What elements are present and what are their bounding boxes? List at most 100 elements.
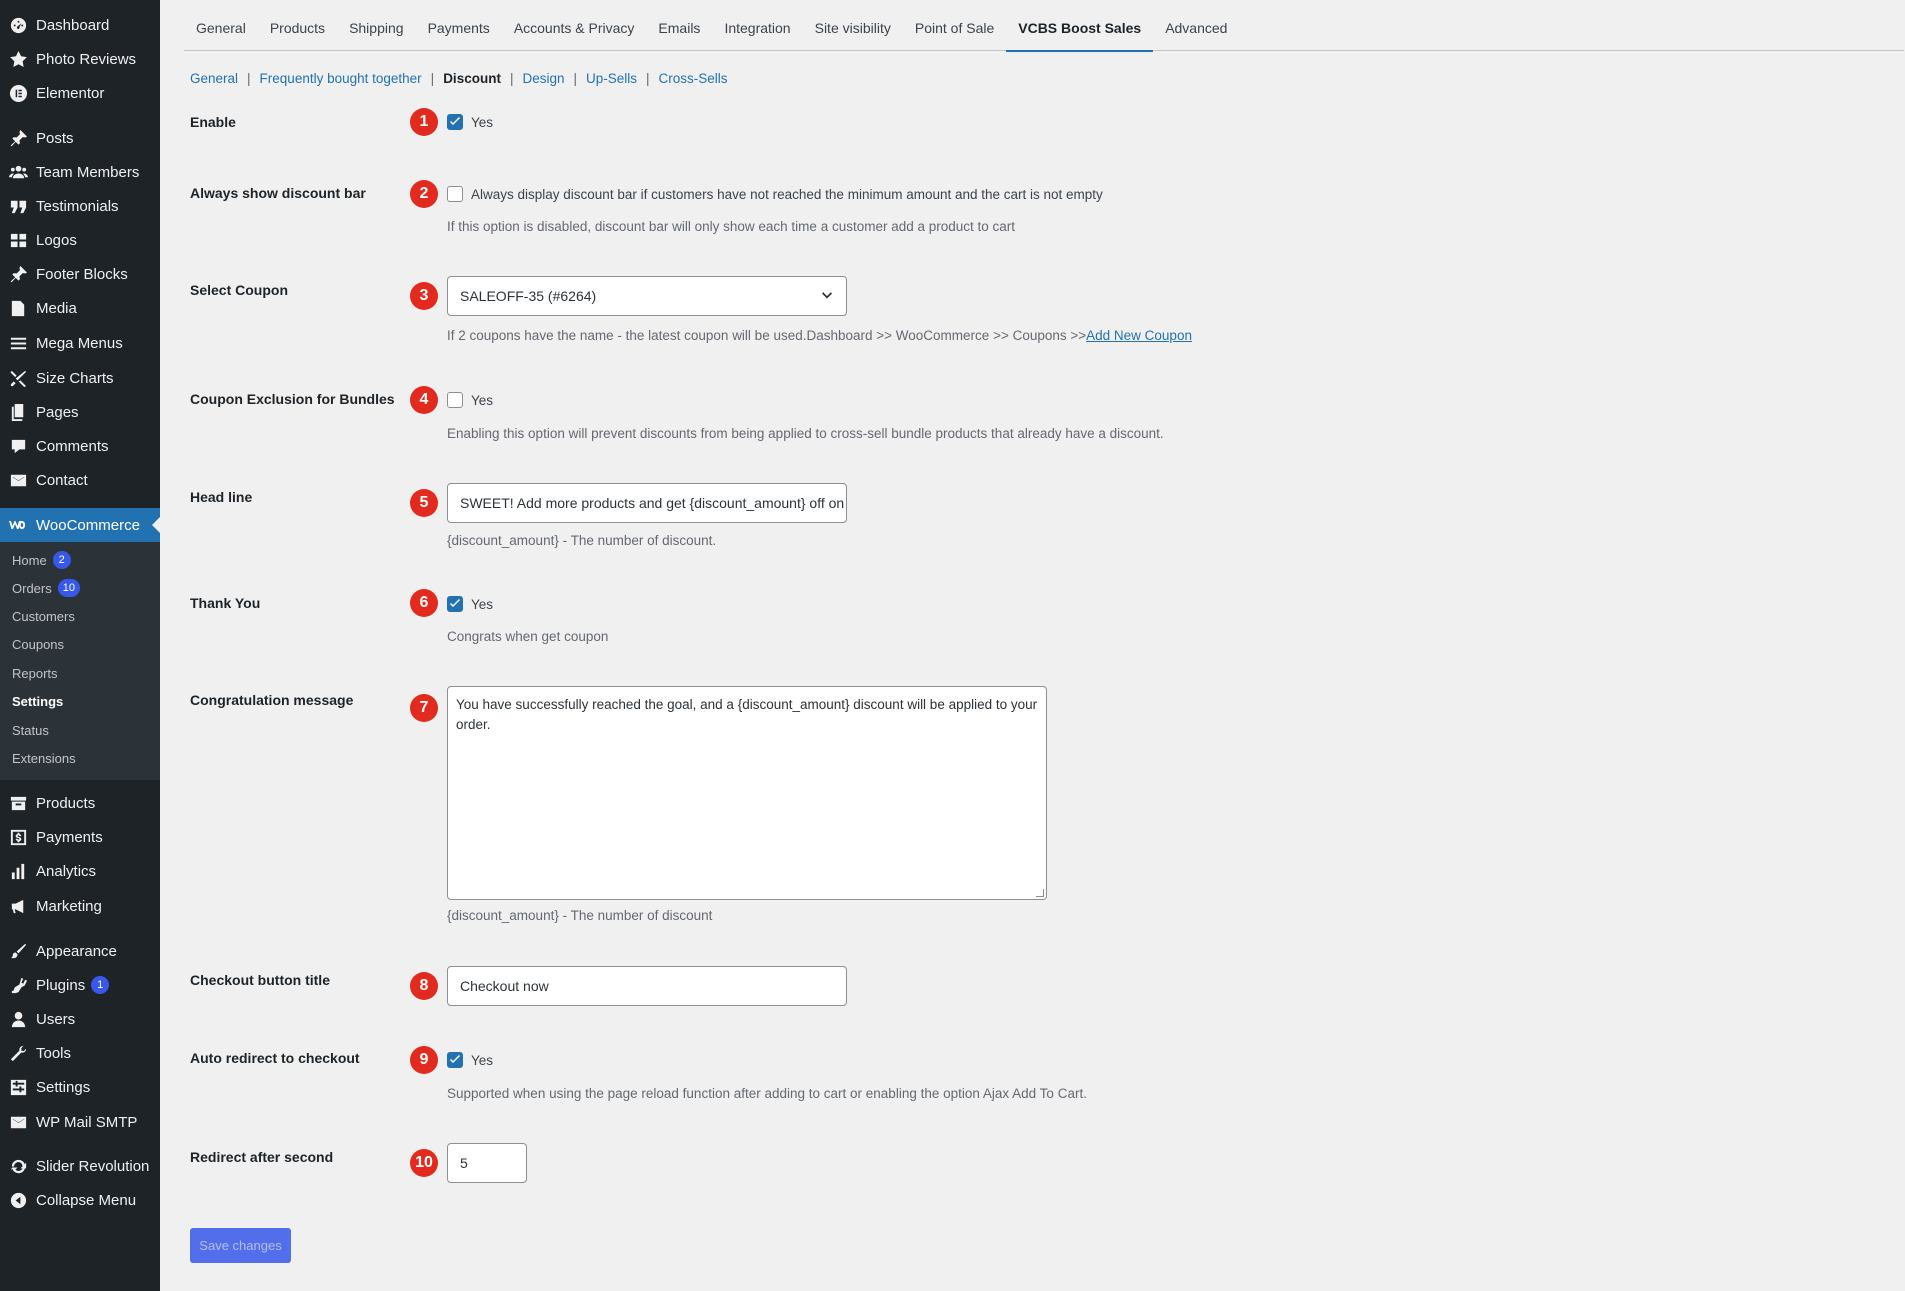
- always-show-label: Always show discount bar: [190, 185, 366, 201]
- tab-general[interactable]: General: [184, 0, 258, 51]
- sidebar-item-elementor[interactable]: Elementor: [0, 78, 160, 108]
- auto-redirect-checkbox[interactable]: [447, 1052, 463, 1068]
- sidebar-item-dashboard[interactable]: Dashboard: [0, 10, 160, 40]
- tab-vcbs-boost-sales[interactable]: VCBS Boost Sales: [1006, 0, 1154, 52]
- mail-icon: [0, 1113, 36, 1132]
- coupon-description-text: If 2 coupons have the name - the latest …: [447, 328, 1087, 343]
- submenu-label: Coupons: [12, 636, 65, 652]
- sidebar-item-media[interactable]: Media: [0, 293, 160, 323]
- sidebar-item-posts[interactable]: Posts: [0, 123, 160, 153]
- tab-accounts-privacy[interactable]: Accounts & Privacy: [502, 0, 647, 51]
- coupon-select[interactable]: SALEOFF-35 (#6264): [447, 276, 847, 316]
- sidebar-item-marketing[interactable]: Marketing: [0, 891, 160, 921]
- resize-handle[interactable]: [1036, 889, 1044, 897]
- tab-site-visibility[interactable]: Site visibility: [803, 0, 903, 51]
- subnav-general[interactable]: General: [190, 71, 238, 86]
- coupon-exclusion-checkbox[interactable]: [447, 392, 463, 408]
- sidebar-item-woocommerce[interactable]: WooCommerce: [0, 508, 160, 542]
- sidebar-item-pages[interactable]: Pages: [0, 397, 160, 427]
- redirect-after-label: Redirect after second: [190, 1149, 334, 1165]
- sidebar-item-users[interactable]: Users: [0, 1004, 160, 1034]
- submenu-item-home[interactable]: Home 2: [12, 549, 71, 571]
- subnav-frequently-bought-together[interactable]: Frequently bought together: [260, 71, 422, 86]
- pin-icon: [0, 265, 36, 284]
- sidebar-item-wp-mail-smtp[interactable]: WP Mail SMTP: [0, 1107, 160, 1137]
- submenu-item-extensions[interactable]: Extensions: [12, 747, 76, 769]
- media-icon: [0, 299, 36, 318]
- sidebar-item-mega-menus[interactable]: Mega Menus: [0, 328, 160, 358]
- sidebar-item-analytics[interactable]: Analytics: [0, 856, 160, 886]
- always-show-checkbox[interactable]: [447, 186, 463, 202]
- sidebar-item-contact[interactable]: Contact: [0, 465, 160, 495]
- tab-point-of-sale[interactable]: Point of Sale: [903, 0, 1006, 51]
- enable-checkbox-label: Yes: [471, 114, 494, 130]
- step-number-badge: 4: [410, 386, 438, 414]
- enable-checkbox[interactable]: [447, 114, 463, 130]
- congratulation-textarea[interactable]: You have successfully reached the goal, …: [447, 686, 1047, 900]
- submenu-item-settings[interactable]: Settings: [12, 690, 63, 712]
- step-number-badge: 6: [410, 589, 438, 617]
- sidebar-item-photo-reviews[interactable]: Photo Reviews: [0, 44, 160, 74]
- checkout-title-input[interactable]: Checkout now: [447, 966, 847, 1006]
- congratulation-text: You have successfully reached the goal, …: [456, 697, 1038, 732]
- submenu-item-orders[interactable]: Orders 10: [12, 577, 80, 599]
- redirect-seconds-input[interactable]: 5: [447, 1143, 527, 1183]
- submenu-item-coupons[interactable]: Coupons: [12, 633, 64, 655]
- sidebar-item-label: Logos: [36, 231, 77, 249]
- notification-badge: 2: [52, 551, 71, 569]
- sidebar-item-size-charts[interactable]: Size Charts: [0, 363, 160, 393]
- enable-option: Yes: [447, 114, 493, 130]
- headline-input[interactable]: SWEET! Add more products and get {discou…: [447, 483, 847, 523]
- sidebar-item-label: WooCommerce: [36, 516, 140, 534]
- subnav-cross-sells[interactable]: Cross-Sells: [659, 71, 728, 86]
- sidebar-item-testimonials[interactable]: Testimonials: [0, 191, 160, 221]
- thank-you-checkbox[interactable]: [447, 596, 463, 612]
- refresh-icon: [0, 1157, 36, 1176]
- tab-integration[interactable]: Integration: [712, 0, 802, 51]
- sidebar-item-settings[interactable]: Settings: [0, 1072, 160, 1102]
- subnav-design[interactable]: Design: [522, 71, 564, 86]
- tab-advanced[interactable]: Advanced: [1153, 0, 1239, 51]
- auto-redirect-label: Auto redirect to checkout: [190, 1050, 360, 1066]
- auto-redirect-checkbox-label: Yes: [471, 1052, 494, 1068]
- add-new-coupon-link[interactable]: Add New Coupon: [1086, 328, 1192, 343]
- sidebar-item-products[interactable]: Products: [0, 788, 160, 818]
- sidebar-item-collapse-menu[interactable]: Collapse Menu: [0, 1185, 160, 1215]
- submenu-item-reports[interactable]: Reports: [12, 662, 58, 684]
- sidebar-item-label: Marketing: [36, 897, 102, 915]
- section-subnav: General | Frequently bought together | Dis…: [190, 71, 728, 86]
- settings-main: General Products Shipping Payments Accou…: [160, 0, 1905, 1291]
- sidebar-item-appearance[interactable]: Appearance: [0, 936, 160, 966]
- pages-icon: [0, 403, 36, 422]
- submenu-label: Settings: [12, 693, 64, 709]
- select-coupon-label: Select Coupon: [190, 282, 289, 298]
- grid-icon: [0, 231, 36, 250]
- tab-emails[interactable]: Emails: [646, 0, 712, 51]
- auto-redirect-description: Supported when using the page reload fun…: [447, 1086, 1087, 1101]
- submenu-label: Extensions: [12, 750, 76, 766]
- sidebar-item-plugins[interactable]: Plugins 1: [0, 970, 160, 1000]
- sidebar-item-tools[interactable]: Tools: [0, 1038, 160, 1068]
- sidebar-item-comments[interactable]: Comments: [0, 431, 160, 461]
- submenu-label: Customers: [12, 608, 75, 624]
- tab-payments[interactable]: Payments: [416, 0, 502, 51]
- sidebar-item-team-members[interactable]: Team Members: [0, 157, 160, 187]
- notification-badge: 10: [57, 579, 80, 597]
- sidebar-item-footer-blocks[interactable]: Footer Blocks: [0, 259, 160, 289]
- sidebar-item-label: Payments: [36, 828, 103, 846]
- tab-products[interactable]: Products: [258, 0, 337, 51]
- sidebar-item-label: Mega Menus: [36, 334, 123, 352]
- separator: |: [430, 71, 435, 86]
- submenu-label: Home: [12, 552, 47, 568]
- tab-shipping[interactable]: Shipping: [337, 0, 416, 51]
- save-changes-button[interactable]: Save changes: [190, 1228, 291, 1263]
- bar-chart-icon: [0, 862, 36, 881]
- subnav-up-sells[interactable]: Up-Sells: [586, 71, 637, 86]
- step-number-badge: 7: [410, 694, 438, 722]
- sidebar-item-payments[interactable]: Payments: [0, 822, 160, 852]
- submenu-item-customers[interactable]: Customers: [12, 605, 75, 627]
- sidebar-item-logos[interactable]: Logos: [0, 225, 160, 255]
- subnav-discount: Discount: [443, 71, 501, 86]
- sidebar-item-slider-revolution[interactable]: Slider Revolution: [0, 1151, 160, 1181]
- submenu-item-status[interactable]: Status: [12, 719, 49, 741]
